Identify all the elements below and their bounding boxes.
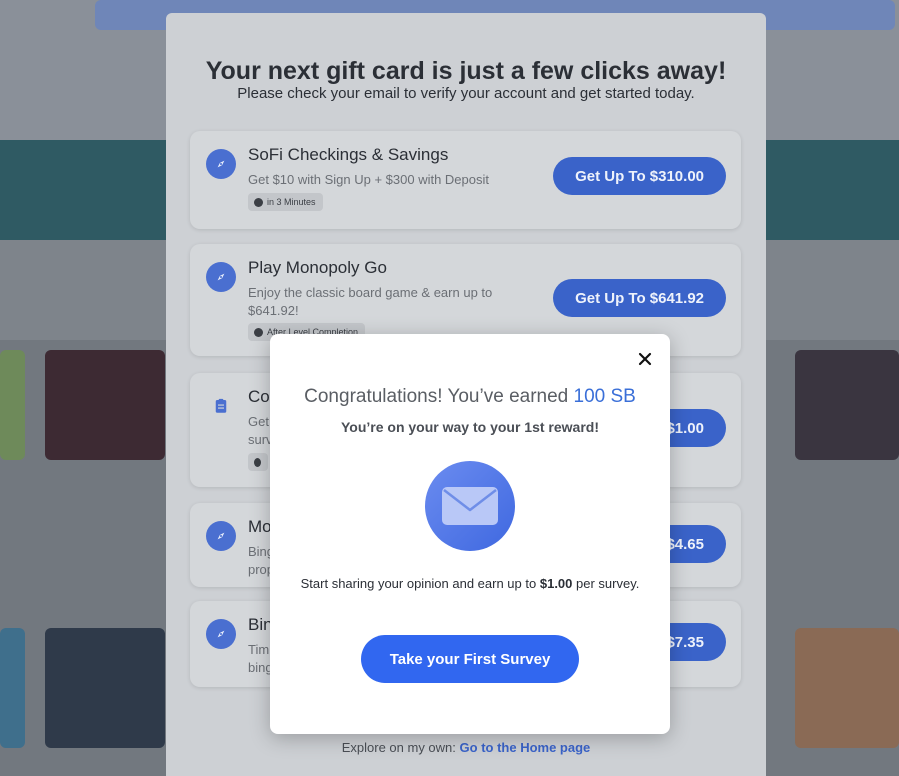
offer-time-tag [248,453,268,471]
background-tile [45,628,165,748]
offer-name: Co [248,387,270,406]
mail-icon [425,461,515,551]
offer-card-sofi[interactable]: SoFi Checkings & Savings Get $10 with Si… [190,131,741,229]
offer-description: Enjoy the classic board game & earn up t… [248,285,493,318]
offer-name: Mo [248,517,272,536]
compass-icon [206,521,236,551]
share-amount: $1.00 [539,576,573,591]
offer-time-tag: in 3 Minutes [248,193,323,211]
reward-popup: Congratulations! You’ve earned 100 SB Yo… [270,334,670,734]
compass-icon [206,149,236,179]
background-tile [795,350,899,460]
compass-icon [206,619,236,649]
share-suffix: per survey. [576,576,640,591]
modal-subtitle: Please check your email to verify your a… [237,85,695,102]
congrats-text: Congratulations! You’ve earned [304,386,569,407]
share-prefix: Start sharing your opinion and earn up t… [300,576,537,591]
trophy-icon [254,327,263,337]
background-tile [0,628,25,748]
background-tile [45,350,165,460]
progress-subtitle: You’re on your way to your 1st reward! [340,419,599,435]
offer-tag-label: in 3 Minutes [267,197,316,207]
offer-name: SoFi Checkings & Savings [248,145,449,164]
congrats-heading: Congratulations! You’ve earned 100 SB [270,386,670,408]
clipboard-icon [206,391,236,421]
take-first-survey-button[interactable]: Take your First Survey [361,635,579,683]
survey-earn-text: Start sharing your opinion and earn up t… [300,574,640,593]
home-page-link[interactable]: Go to the Home page [460,740,591,755]
offer-name: Play Monopoly Go [248,258,387,277]
offer-name: Bin [248,615,273,634]
offer-claim-button[interactable]: Get Up To $310.00 [553,157,726,195]
offer-claim-button[interactable]: Get Up To $641.92 [553,279,726,317]
background-tile [795,628,899,748]
explore-footer: Explore on my own: Go to the Home page [166,740,766,755]
background-tile [0,350,25,460]
earned-amount: 100 SB [573,386,636,407]
modal-title: Your next gift card is just a few clicks… [205,57,727,85]
compass-icon [206,262,236,292]
close-icon[interactable] [635,349,655,369]
footer-prefix: Explore on my own: [341,740,456,755]
offer-description: Get $10 with Sign Up + $300 with Deposit [248,172,490,187]
clock-icon [254,457,261,467]
clock-icon [254,197,263,207]
